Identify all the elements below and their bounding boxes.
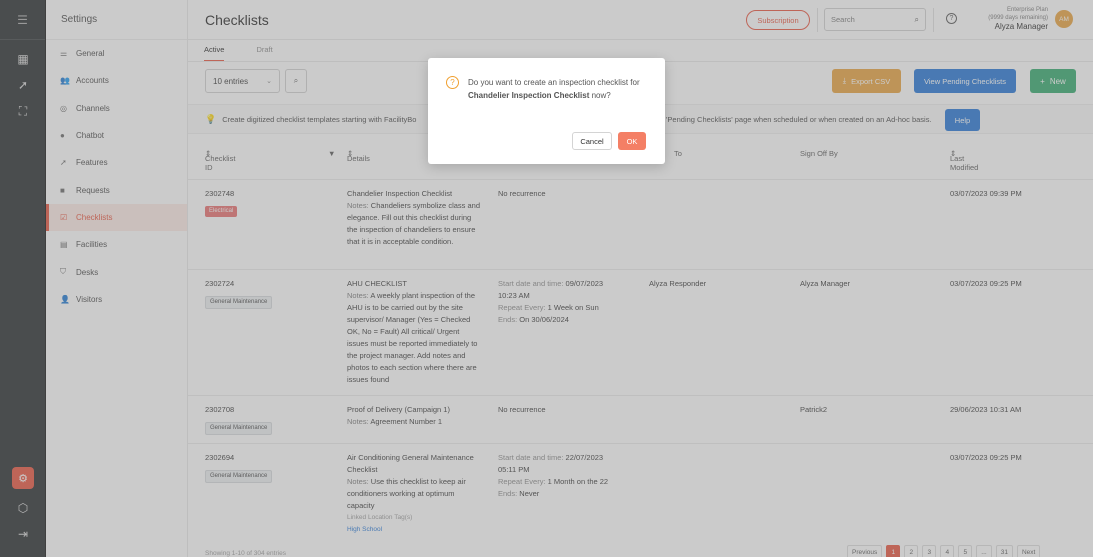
ok-button[interactable]: OK <box>618 132 646 150</box>
message-checklist-name: Chandelier Inspection Checklist <box>468 90 590 100</box>
cancel-button[interactable]: Cancel <box>572 132 612 150</box>
dialog-message: Do you want to create an inspection chec… <box>468 77 648 102</box>
message-pre: Do you want to create an inspection chec… <box>468 78 640 87</box>
question-icon: ? <box>446 76 459 89</box>
confirm-dialog: ? Do you want to create an inspection ch… <box>428 58 665 164</box>
message-post: now? <box>591 90 611 100</box>
